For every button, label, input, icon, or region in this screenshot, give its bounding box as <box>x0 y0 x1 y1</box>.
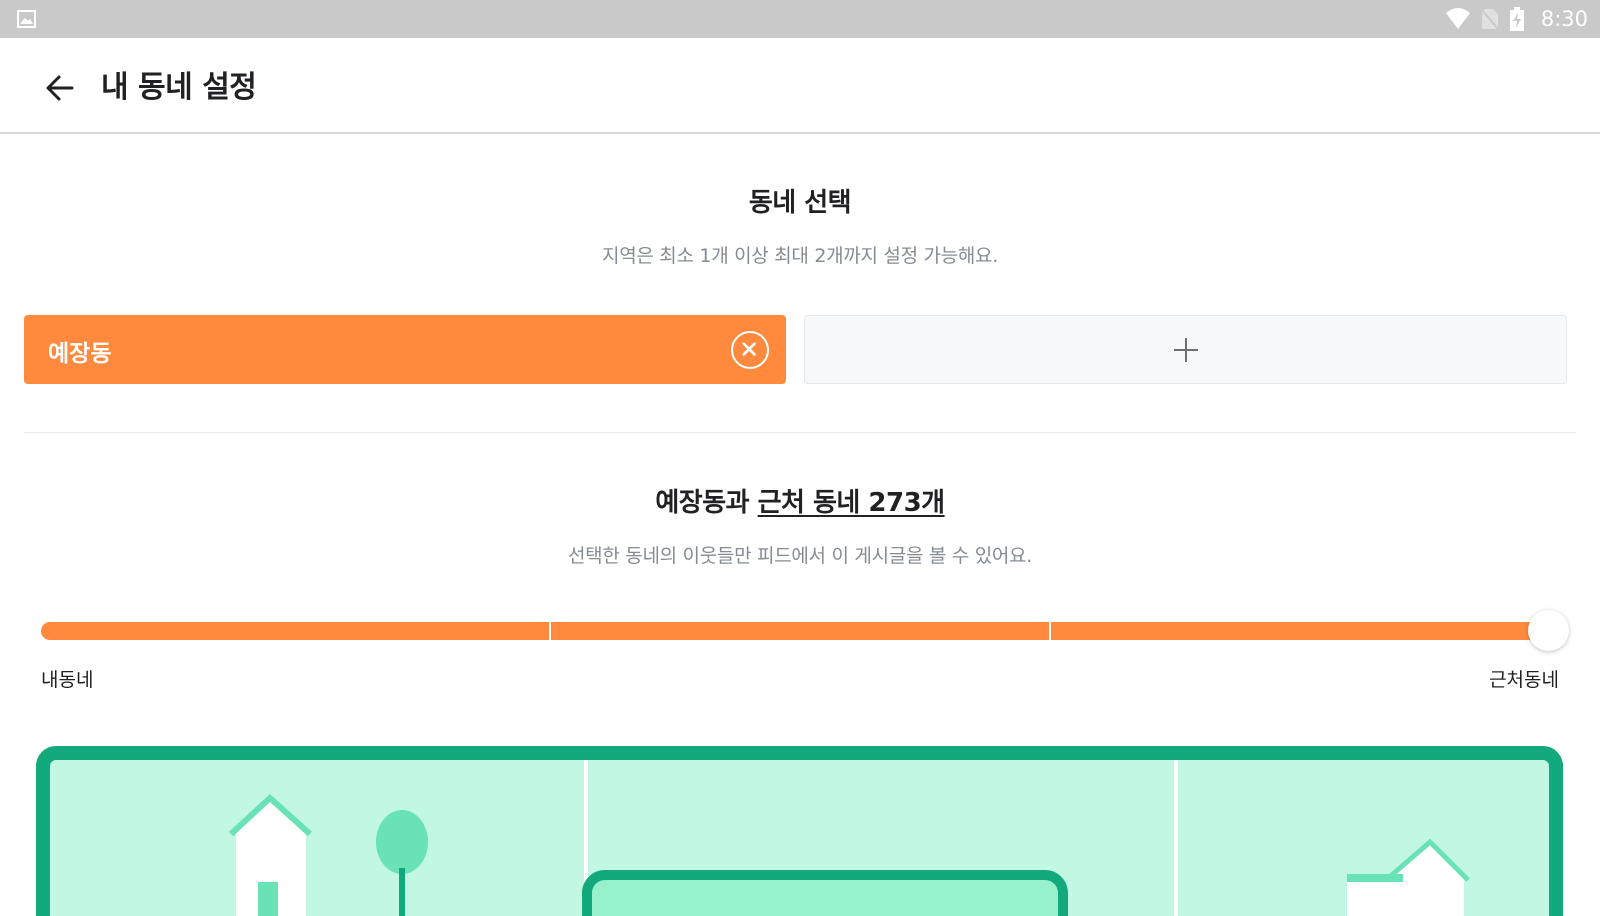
house-icon <box>1347 838 1470 916</box>
app-bar: 내 동네 설정 <box>0 38 1600 134</box>
tree-icon <box>376 810 428 916</box>
plus-icon <box>1174 338 1198 362</box>
selected-neighborhood-label: 예장동 <box>48 341 112 367</box>
no-sim-icon <box>1481 9 1499 30</box>
neighborhood-illustration <box>36 746 1563 916</box>
page-title: 내 동네 설정 <box>101 70 257 105</box>
status-icons: 8:30 <box>1445 0 1588 38</box>
battery-charging-icon <box>1509 7 1524 31</box>
slider-step-tick <box>549 622 551 640</box>
slider-step-tick <box>1049 622 1051 640</box>
arrow-left-icon[interactable] <box>40 68 80 108</box>
illustration-artwork <box>228 760 1470 916</box>
close-circle-icon[interactable] <box>731 331 769 369</box>
wifi-icon <box>1445 8 1470 29</box>
slider-min-label: 내동네 <box>41 669 94 691</box>
section-title-select: 동네 선택 <box>748 188 852 218</box>
add-neighborhood-button[interactable] <box>804 315 1567 384</box>
range-slider-track[interactable] <box>41 622 1549 640</box>
range-title-prefix: 예장동과 <box>655 488 750 518</box>
section-subtitle-select: 지역은 최소 1개 이상 최대 2개까지 설정 가능해요. <box>602 245 998 267</box>
section-divider <box>24 432 1576 433</box>
status-bar: 8:30 <box>0 0 1600 38</box>
gallery-icon <box>17 10 36 28</box>
nearby-neighborhoods-link[interactable]: 근처 동네 273개 <box>758 488 945 518</box>
status-time: 8:30 <box>1540 7 1588 31</box>
selected-neighborhood-chip[interactable]: 예장동 <box>24 315 786 384</box>
range-slider-thumb[interactable] <box>1528 610 1569 651</box>
range-subtitle: 선택한 동네의 이웃들만 피드에서 이 게시글을 볼 수 있어요. <box>568 545 1032 567</box>
house-icon <box>228 793 313 916</box>
range-title: 예장동과 근처 동네 273개 <box>0 482 1600 519</box>
slider-max-label: 근처동네 <box>1489 669 1559 691</box>
